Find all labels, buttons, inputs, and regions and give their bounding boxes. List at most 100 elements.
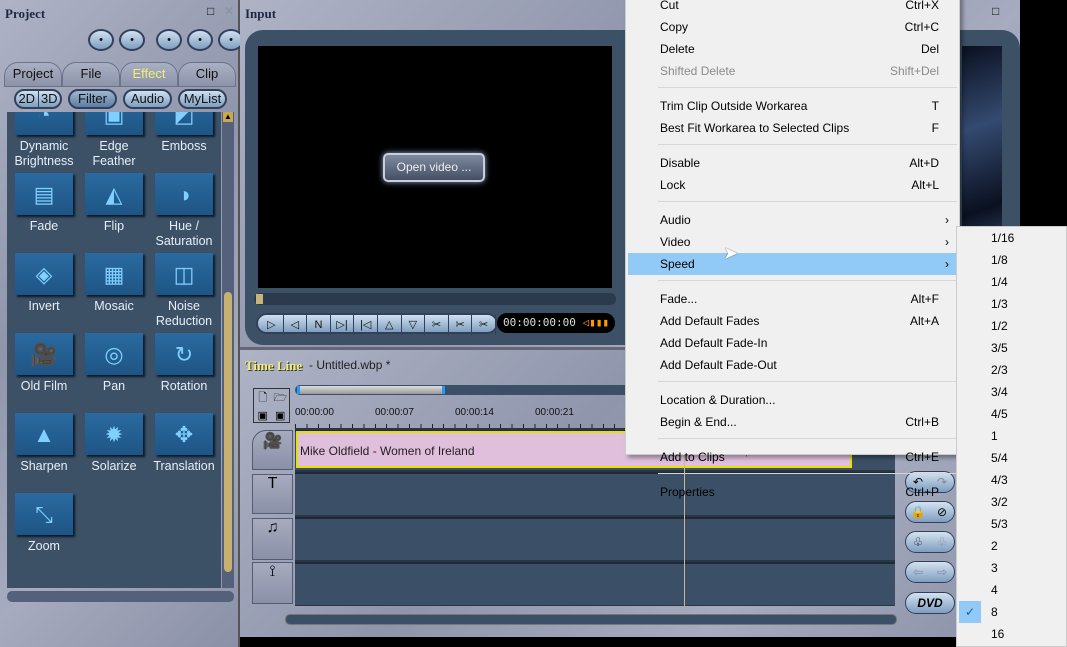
menu-item-add-default-fade-in[interactable]: Add Default Fade-In <box>628 332 957 354</box>
menu-item-lock[interactable]: Lock Alt+L <box>628 174 957 196</box>
menu-item-audio[interactable]: Audio › <box>628 209 957 231</box>
music-track-header[interactable]: ♫ <box>252 518 293 560</box>
tab-file[interactable]: File <box>62 62 120 87</box>
speed-option[interactable]: 5/3 <box>959 513 1066 535</box>
save-as-icon[interactable]: ▣ <box>272 409 290 423</box>
lock-icon[interactable]: 🔒 <box>906 502 930 522</box>
nav-buttons[interactable]: ⇦ ⇨ <box>905 561 955 583</box>
save-icon[interactable]: ▣ <box>254 409 272 423</box>
effect-item[interactable]: ◫ Noise Reduction <box>149 253 219 329</box>
mylist-button[interactable]: MyList <box>178 89 227 109</box>
dvd-button[interactable]: DVD <box>905 592 955 614</box>
speed-option[interactable]: 3/5 <box>959 337 1066 359</box>
library-icon[interactable]: • <box>156 29 182 51</box>
video-track-header[interactable]: 🎥 <box>252 430 293 470</box>
menu-item-trim-clip-outside-workarea[interactable]: Trim Clip Outside Workarea T <box>628 95 957 117</box>
2d-3d-toggle[interactable]: 2D 3D <box>14 89 62 109</box>
volume-icon[interactable]: ◁▮▮▮ <box>582 316 609 329</box>
filter-button[interactable]: Filter <box>68 89 117 109</box>
mark-out-button[interactable]: ▽ <box>402 315 426 335</box>
tab-clip[interactable]: Clip <box>178 62 236 87</box>
menu-item-begin-end[interactable]: Begin & End... Ctrl+B <box>628 411 957 433</box>
speed-option[interactable]: 1/2 <box>959 315 1066 337</box>
audio-button[interactable]: Audio <box>123 89 172 109</box>
scroll-up-icon[interactable]: ▲ <box>223 112 233 122</box>
speed-option[interactable]: 1 <box>959 425 1066 447</box>
voice-track[interactable] <box>295 562 895 605</box>
effect-item[interactable]: ✥ Translation <box>149 413 219 474</box>
cut-in-button[interactable]: ✂ <box>449 315 473 335</box>
effect-item[interactable]: ◑ Hue / Saturation <box>149 173 219 249</box>
speed-option[interactable]: 1/4 <box>959 271 1066 293</box>
menu-item-properties[interactable]: Properties Ctrl+P <box>628 481 957 503</box>
delete-icon[interactable]: • <box>119 29 145 51</box>
menu-item-copy[interactable]: Copy Ctrl+C <box>628 16 957 38</box>
speed-option[interactable]: 4/5 <box>959 403 1066 425</box>
maximize-icon[interactable]: □ <box>992 4 999 18</box>
scroll-thumb[interactable] <box>224 292 232 572</box>
speed-option[interactable]: 1/8 <box>959 249 1066 271</box>
menu-item-fade[interactable]: Fade... Alt+F <box>628 288 957 310</box>
menu-item-add-default-fades[interactable]: Add Default Fades Alt+A <box>628 310 957 332</box>
group-buttons[interactable]: ♧ ♧ <box>905 531 955 553</box>
voice-track-header[interactable]: ⟟ <box>252 562 293 604</box>
ungroup-icon[interactable]: ♧ <box>930 532 954 552</box>
speed-option[interactable]: 4 <box>959 579 1066 601</box>
effect-item[interactable]: ◈ Invert <box>9 253 79 314</box>
effect-item[interactable]: ▤ Fade <box>9 173 79 234</box>
effect-item[interactable]: ✹ Solarize <box>79 413 149 474</box>
lock-buttons[interactable]: 🔒 ⊘ <box>905 501 955 523</box>
speed-option[interactable]: 4/3 <box>959 469 1066 491</box>
effect-item[interactable]: ◭ Flip <box>79 173 149 234</box>
menu-item-add-to-clips[interactable]: Add to Clips Ctrl+E <box>628 446 957 468</box>
effect-item[interactable]: ⤡ Zoom <box>9 493 79 554</box>
3d-button[interactable]: 3D <box>39 91 61 107</box>
menu-item-cut[interactable]: Cut Ctrl+X <box>628 0 957 16</box>
split-button[interactable]: ✂ <box>425 315 449 335</box>
close-icon[interactable]: ✕ <box>224 4 234 18</box>
next-frame-button[interactable]: ▷| <box>331 315 355 335</box>
menu-item-delete[interactable]: Delete Del <box>628 38 957 60</box>
effect-item[interactable]: 🎥 Old Film <box>9 333 79 394</box>
effect-item[interactable]: ↻ Rotation <box>149 333 219 394</box>
effect-item[interactable]: ▣ Edge Feather <box>79 112 149 169</box>
speed-option[interactable]: 3/2 <box>959 491 1066 513</box>
list-icon[interactable]: • <box>187 29 213 51</box>
cut-out-button[interactable]: ✂ <box>472 315 496 335</box>
prev-frame-button[interactable]: ◁ <box>284 315 308 335</box>
start-button[interactable]: |◁ <box>354 315 378 335</box>
effects-scrollbar[interactable]: ▲ <box>222 112 234 588</box>
speed-option[interactable]: 16 <box>959 623 1066 645</box>
tab-project[interactable]: Project <box>4 62 62 87</box>
seek-bar[interactable] <box>254 293 616 305</box>
effect-item[interactable]: ▦ Mosaic <box>79 253 149 314</box>
music-track[interactable] <box>295 517 895 560</box>
right-arrow-icon[interactable]: ⇨ <box>930 562 954 582</box>
speed-option[interactable]: 3/4 <box>959 381 1066 403</box>
tab-effect[interactable]: Effect <box>120 62 178 87</box>
left-arrow-icon[interactable]: ⇦ <box>906 562 930 582</box>
menu-item-speed[interactable]: Speed › <box>628 253 957 275</box>
new-file-icon[interactable]: 🗋 <box>254 389 272 409</box>
maximize-icon[interactable]: □ <box>207 4 214 18</box>
seek-handle[interactable] <box>256 294 263 304</box>
open-video-button[interactable]: Open video ... <box>383 153 485 182</box>
speed-option[interactable]: 1/16 <box>959 227 1066 249</box>
speed-option[interactable]: 2/3 <box>959 359 1066 381</box>
mark-in-button[interactable]: △ <box>378 315 402 335</box>
group-icon[interactable]: ♧ <box>906 532 930 552</box>
disable-icon[interactable]: ⊘ <box>930 502 954 522</box>
2d-button[interactable]: 2D <box>16 91 39 107</box>
horizontal-scrollbar[interactable] <box>7 591 234 602</box>
speed-option[interactable]: 3 <box>959 557 1066 579</box>
effect-item[interactable]: ◎ Pan <box>79 333 149 394</box>
menu-item-video[interactable]: Video › <box>628 231 957 253</box>
open-file-icon[interactable]: 🗁 <box>272 389 290 409</box>
menu-item-disable[interactable]: Disable Alt+D <box>628 152 957 174</box>
effect-item[interactable]: ◩ Emboss <box>149 112 219 154</box>
open-folder-icon[interactable]: • <box>88 29 114 51</box>
menu-item-add-default-fade-out[interactable]: Add Default Fade-Out <box>628 354 957 376</box>
timeline-scrollbar[interactable] <box>285 614 897 625</box>
speed-option[interactable]: 2 <box>959 535 1066 557</box>
title-track-header[interactable]: T <box>252 474 293 514</box>
